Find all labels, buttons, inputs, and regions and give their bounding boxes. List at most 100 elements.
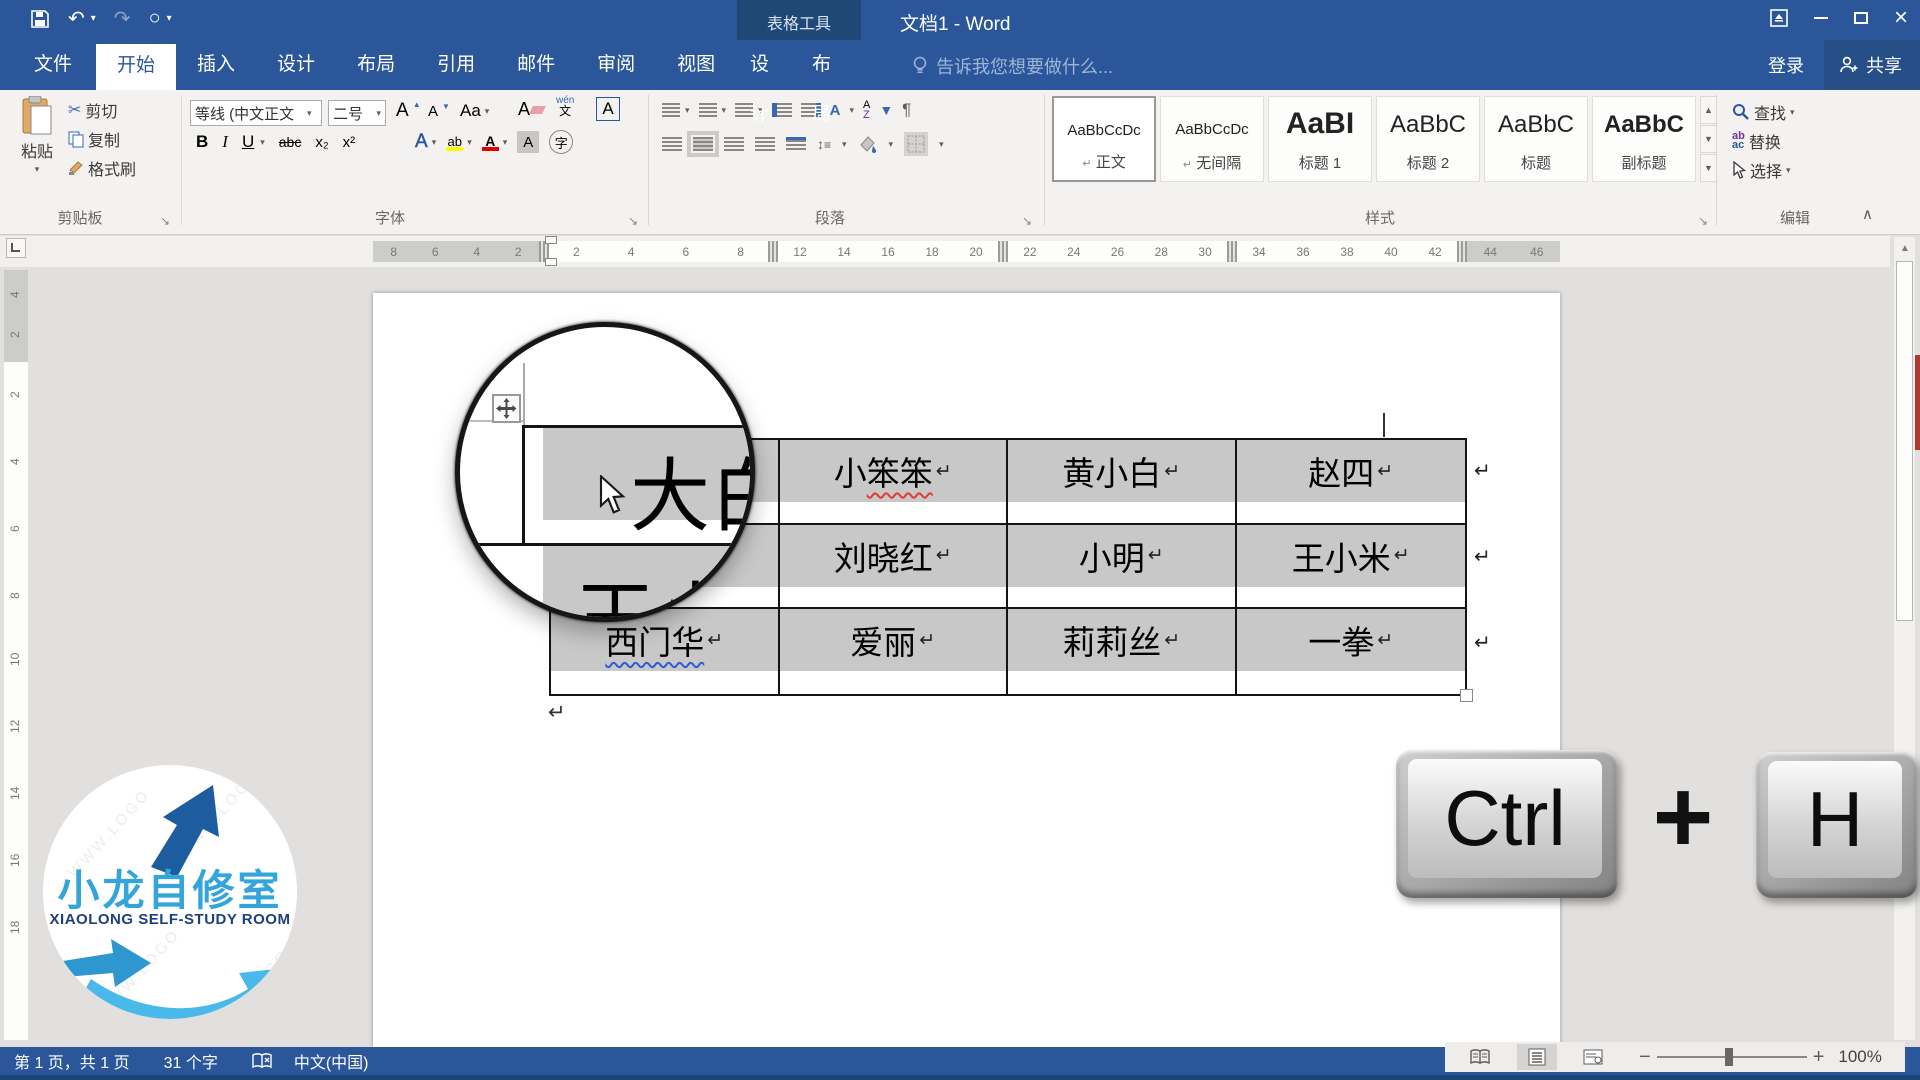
- table-resize-handle[interactable]: [1460, 689, 1473, 702]
- tab-table-layout[interactable]: 布局: [799, 40, 861, 90]
- tab-table-design[interactable]: 设计: [737, 40, 799, 90]
- customize-qat-icon[interactable]: ▾: [167, 13, 172, 24]
- font-dialog-launcher-icon[interactable]: ↘: [628, 214, 638, 228]
- styles-scroll-up-icon[interactable]: ▲: [1700, 96, 1717, 124]
- paste-button[interactable]: 粘贴 ▾: [10, 96, 64, 175]
- tab-layout[interactable]: 布局: [336, 40, 416, 90]
- font-color-dropdown-icon[interactable]: ▾: [503, 137, 508, 148]
- table-cell[interactable]: 一拳↵: [1237, 609, 1466, 694]
- distribute-button[interactable]: [786, 137, 806, 151]
- zoom-slider[interactable]: [1657, 1056, 1807, 1058]
- font-size-combobox[interactable]: 二号 ▾: [328, 100, 386, 126]
- decrease-indent-button[interactable]: [772, 103, 792, 117]
- grow-font-button[interactable]: A▲: [396, 100, 421, 122]
- numbering-dropdown-icon[interactable]: ▾: [722, 105, 727, 116]
- touch-mode-icon[interactable]: ○: [149, 7, 161, 30]
- highlight-button[interactable]: ab: [446, 134, 463, 151]
- table-cell[interactable]: 黄小白↵: [1008, 440, 1237, 525]
- maximize-icon[interactable]: [1854, 12, 1868, 24]
- italic-button[interactable]: I: [222, 132, 228, 152]
- superscript-button[interactable]: x²: [343, 134, 356, 151]
- show-hide-marks-button[interactable]: ¶: [902, 100, 911, 120]
- bullets-button[interactable]: [662, 103, 680, 117]
- tab-references[interactable]: 引用: [416, 40, 496, 90]
- table-cell[interactable]: 西门华↵: [551, 609, 780, 694]
- change-case-button[interactable]: Aa▾: [460, 101, 489, 121]
- shading-dropdown-icon[interactable]: ▾: [889, 139, 894, 150]
- shading-button[interactable]: [858, 135, 878, 153]
- table-column-marker[interactable]: [998, 241, 1008, 262]
- table-cell[interactable]: 小笨笨↵: [780, 440, 1009, 525]
- tab-file[interactable]: 文件: [10, 40, 96, 90]
- style-title[interactable]: AaBbC 标题: [1484, 96, 1588, 182]
- sort-button[interactable]: A Z: [863, 100, 870, 120]
- bullets-dropdown-icon[interactable]: ▾: [685, 105, 690, 116]
- style-normal[interactable]: AaBbCcDc ↵ 正文: [1052, 96, 1156, 182]
- table-cell[interactable]: 莉莉丝↵: [1008, 609, 1237, 694]
- style-no-spacing[interactable]: AaBbCcDc ↵ 无间隔: [1160, 96, 1264, 182]
- select-button[interactable]: 选择 ▾: [1732, 158, 1791, 182]
- table-cell[interactable]: 小明↵: [1008, 525, 1237, 610]
- tell-me-box[interactable]: 告诉我您想要做什么...: [912, 53, 1113, 79]
- web-layout-icon[interactable]: [1573, 1044, 1613, 1070]
- tab-insert[interactable]: 插入: [176, 40, 256, 90]
- font-name-combobox[interactable]: 等线 (中文正文 ▾: [190, 100, 322, 126]
- table-cell[interactable]: 爱丽↵: [780, 609, 1009, 694]
- tab-view[interactable]: 视图: [656, 40, 736, 90]
- hanging-indent-marker[interactable]: [545, 258, 557, 266]
- align-left-button[interactable]: [662, 137, 682, 151]
- sign-in-button[interactable]: 登录: [1748, 52, 1824, 78]
- format-painter-button[interactable]: 格式刷: [68, 156, 136, 180]
- styles-dialog-launcher-icon[interactable]: ↘: [1698, 214, 1708, 228]
- find-button[interactable]: 查找 ▾: [1732, 100, 1795, 124]
- undo-icon[interactable]: ↶: [68, 6, 85, 31]
- tab-mailings[interactable]: 邮件: [496, 40, 576, 90]
- clear-formatting-button[interactable]: A: [518, 99, 544, 120]
- zoom-out-button[interactable]: −: [1639, 1046, 1651, 1069]
- enclose-characters-button[interactable]: 字: [549, 130, 573, 154]
- bold-button[interactable]: B: [196, 132, 208, 152]
- zoom-level[interactable]: 100%: [1838, 1047, 1881, 1067]
- replace-button[interactable]: ab ac 替换: [1732, 129, 1781, 153]
- text-effects-dropdown-icon[interactable]: ▾: [432, 137, 437, 148]
- paragraph-dialog-launcher-icon[interactable]: ↘: [1022, 214, 1032, 228]
- subscript-button[interactable]: x₂: [315, 134, 328, 151]
- save-icon[interactable]: [30, 9, 50, 29]
- tab-design[interactable]: 设计: [256, 40, 336, 90]
- minimize-icon[interactable]: [1814, 17, 1828, 19]
- read-mode-icon[interactable]: [1461, 1044, 1501, 1070]
- shrink-font-button[interactable]: A▼: [428, 103, 450, 120]
- table-column-marker[interactable]: [768, 241, 778, 262]
- style-subtitle[interactable]: AaBbC 副标题: [1592, 96, 1696, 182]
- close-icon[interactable]: ×: [1894, 8, 1908, 28]
- page-indicator[interactable]: 第 1 页，共 1 页: [14, 1049, 130, 1073]
- borders-dropdown-icon[interactable]: ▾: [939, 139, 944, 150]
- align-center-button[interactable]: [693, 137, 713, 151]
- collapse-ribbon-icon[interactable]: ∧: [1862, 205, 1873, 223]
- zoom-slider-thumb[interactable]: [1725, 1048, 1733, 1066]
- vertical-scrollbar[interactable]: ▲: [1893, 237, 1915, 1040]
- table-cell[interactable]: 赵四↵: [1237, 440, 1466, 525]
- styles-gallery-more-icon[interactable]: ▼: [1700, 154, 1717, 182]
- character-border-button[interactable]: A: [596, 97, 620, 121]
- asian-layout-button[interactable]: A: [830, 102, 841, 119]
- tab-home[interactable]: 开始: [96, 44, 176, 90]
- highlight-dropdown-icon[interactable]: ▾: [467, 137, 472, 148]
- word-count[interactable]: 31 个字: [164, 1049, 218, 1073]
- style-heading1[interactable]: AaBI 标题 1: [1268, 96, 1372, 182]
- asian-layout-dropdown-icon[interactable]: ▾: [849, 105, 854, 116]
- character-shading-button[interactable]: A: [517, 131, 539, 153]
- table-column-marker[interactable]: [1457, 241, 1467, 262]
- table-move-handle[interactable]: [492, 394, 521, 423]
- cut-button[interactable]: ✂ 剪切: [68, 98, 117, 122]
- first-line-indent-marker[interactable]: [545, 236, 557, 244]
- zoom-in-button[interactable]: +: [1813, 1046, 1825, 1069]
- language-indicator[interactable]: 中文(中国): [294, 1049, 369, 1073]
- tab-selector[interactable]: [6, 238, 26, 258]
- borders-button[interactable]: [904, 132, 928, 156]
- align-right-button[interactable]: [724, 137, 744, 151]
- scroll-up-icon[interactable]: ▲: [1894, 237, 1916, 259]
- table-cell[interactable]: 王小米↵: [1237, 525, 1466, 610]
- text-effects-button[interactable]: A: [415, 131, 428, 153]
- line-spacing-dropdown-icon[interactable]: ▾: [842, 139, 847, 150]
